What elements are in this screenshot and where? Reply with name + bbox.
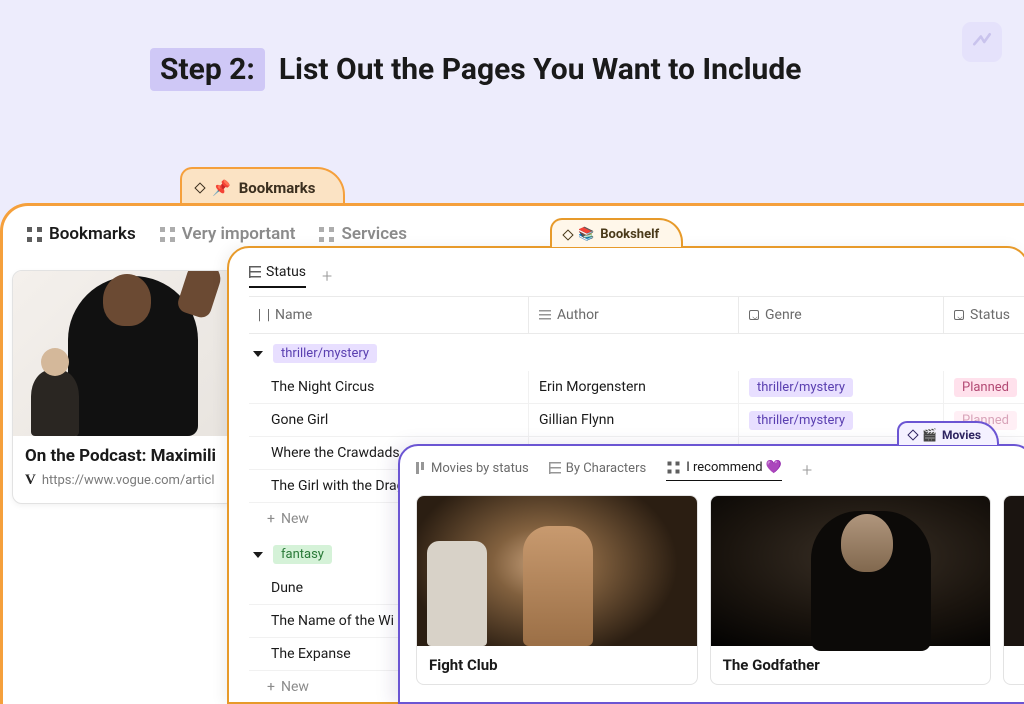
col-author[interactable]: Author (529, 297, 739, 333)
genre-tag: thriller/mystery (749, 378, 853, 397)
tab-bookshelf-folder[interactable]: 📚 Bookshelf (550, 218, 683, 247)
movie-title: Fight Club (417, 646, 697, 684)
diamond-icon (907, 429, 918, 440)
add-view-button[interactable]: + (322, 266, 332, 287)
table-row[interactable]: The Night Circus Erin Morgenstern thrill… (249, 371, 1024, 404)
group-thriller[interactable]: thriller/mystery (249, 334, 1024, 371)
plus-icon: + (267, 511, 275, 527)
bookmark-url-row: V https://www.vogue.com/articl (25, 472, 222, 489)
movie-card[interactable]: The Godfather (710, 495, 992, 685)
chevron-down-icon (253, 552, 263, 558)
view-by-characters[interactable]: By Characters (549, 461, 646, 481)
grid-icon (668, 462, 680, 474)
grid-icon (27, 227, 42, 242)
select-icon (749, 310, 759, 320)
bookmark-card[interactable]: On the Podcast: Maximili V https://www.v… (12, 270, 235, 504)
movie-thumbnail (711, 496, 991, 646)
tab-label: Movies (942, 428, 981, 442)
col-genre[interactable]: Genre (739, 297, 944, 333)
kanban-icon (416, 462, 426, 474)
movie-thumbnail (1004, 496, 1024, 646)
col-status[interactable]: Status (944, 297, 1024, 333)
table-header: Name Author Genre Status (249, 296, 1024, 334)
col-name[interactable]: Name (249, 297, 529, 333)
view-movies-by-status[interactable]: Movies by status (416, 461, 529, 481)
chevron-down-icon (253, 351, 263, 357)
step-badge: Step 2: (150, 48, 265, 91)
bookmark-title: On the Podcast: Maximili (25, 446, 222, 466)
movie-title: The Godfather (711, 646, 991, 684)
bookmark-url: https://www.vogue.com/articl (42, 473, 215, 488)
plus-icon: + (267, 679, 275, 695)
movies-panel: Movies by status By Characters I recomme… (398, 444, 1024, 704)
pin-icon: 📌 (212, 179, 231, 197)
diamond-icon (194, 182, 205, 193)
clapper-icon: 🎬 (922, 428, 937, 442)
movie-card[interactable] (1003, 495, 1024, 685)
add-view-button[interactable]: + (802, 460, 812, 481)
tab-label: Bookshelf (600, 227, 659, 242)
favicon: V (25, 472, 36, 489)
view-i-recommend[interactable]: I recommend 💜 (666, 460, 782, 481)
tab-bookmarks-folder[interactable]: 📌 Bookmarks (180, 167, 345, 205)
view-very-important[interactable]: Very important (160, 224, 296, 244)
genre-tag: thriller/mystery (749, 411, 853, 430)
page-heading: Step 2: List Out the Pages You Want to I… (150, 48, 801, 91)
tab-label: Bookmarks (239, 179, 316, 197)
books-icon: 📚 (578, 227, 594, 242)
text-icon (539, 310, 551, 320)
view-status[interactable]: Status (249, 264, 306, 288)
bookmark-thumbnail (13, 271, 234, 436)
app-logo (962, 22, 1002, 62)
table-icon (549, 462, 561, 474)
heading-title: List Out the Pages You Want to Include (279, 52, 802, 87)
grid-icon (319, 227, 334, 242)
status-tag: Planned (954, 378, 1017, 397)
movie-thumbnail (417, 496, 697, 646)
group-tag: thriller/mystery (273, 344, 377, 363)
movie-card[interactable]: Fight Club (416, 495, 698, 685)
group-tag: fantasy (273, 545, 332, 564)
select-icon (954, 310, 964, 320)
tab-movies-folder[interactable]: 🎬 Movies (897, 421, 999, 445)
view-bookmarks[interactable]: Bookmarks (27, 224, 136, 244)
table-icon (249, 266, 261, 278)
bookmark-icon (259, 309, 269, 322)
diamond-icon (562, 229, 573, 240)
view-services[interactable]: Services (319, 224, 406, 244)
grid-icon (160, 227, 175, 242)
bookmarks-views: Bookmarks Very important Services (27, 224, 1000, 244)
